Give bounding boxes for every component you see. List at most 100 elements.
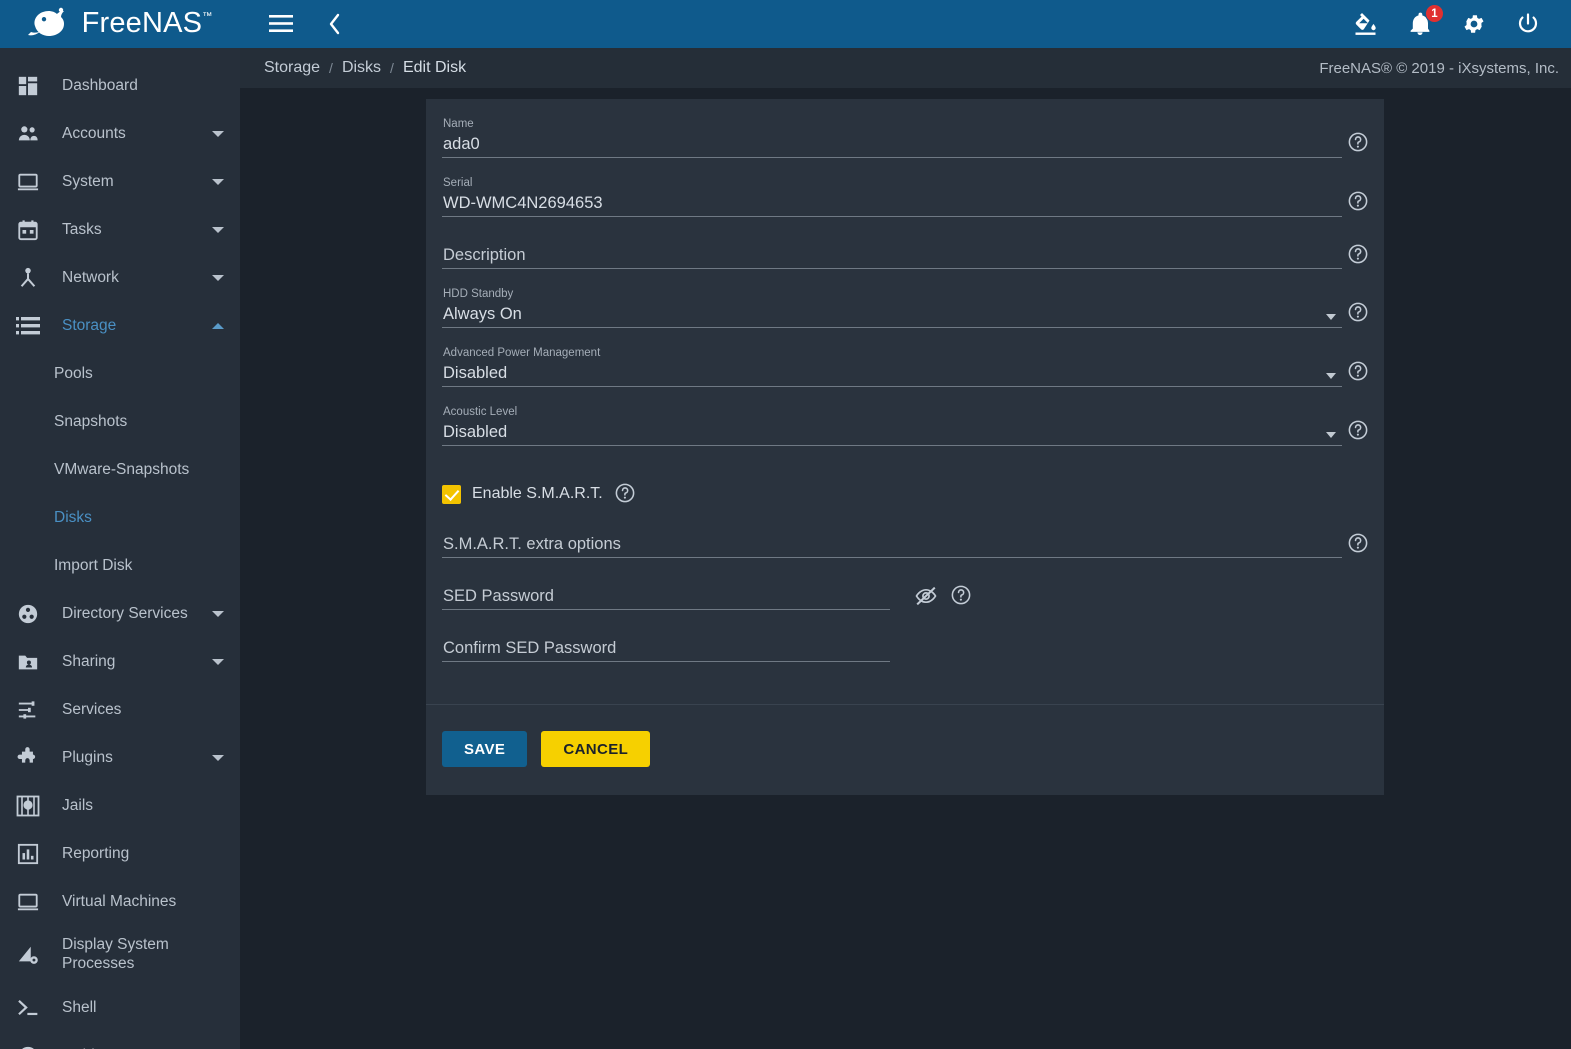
field-hdd-standby: HDD Standby Always On <box>442 287 1368 328</box>
sidebar-item-directory-services[interactable]: Directory Services <box>0 590 240 638</box>
field-label-apm: Advanced Power Management <box>443 347 601 359</box>
sed-password-input[interactable]: SED Password <box>442 584 890 610</box>
help-circle-icon[interactable] <box>1347 190 1369 212</box>
sidebar-subitem-label: Import Disk <box>54 557 133 574</box>
field-enable-smart: Enable S.M.A.R.T. <box>442 482 1368 506</box>
accounts-icon <box>12 120 44 148</box>
notifications-badge: 1 <box>1425 4 1444 23</box>
chevron-down-icon <box>1326 314 1336 320</box>
sidebar-item-shell[interactable]: Shell <box>0 984 240 1032</box>
chevron-down-icon[interactable] <box>212 275 224 281</box>
eye-off-icon[interactable] <box>914 584 938 608</box>
notifications-bell-icon[interactable]: 1 <box>1403 4 1444 41</box>
help-circle-icon[interactable] <box>1347 301 1369 323</box>
description-input[interactable]: Description <box>442 243 1342 269</box>
system-icon <box>12 168 44 196</box>
sidebar-item-tasks[interactable]: Tasks <box>0 206 240 254</box>
sidebar-item-network[interactable]: Network <box>0 254 240 302</box>
help-circle-icon[interactable] <box>950 584 974 608</box>
plugins-puzzle-icon <box>12 744 44 772</box>
hdd-standby-value: Always On <box>443 305 522 323</box>
sidebar-item-reporting[interactable]: Reporting <box>0 830 240 878</box>
directory-services-icon <box>12 600 44 628</box>
sidebar-item-sharing[interactable]: Sharing <box>0 638 240 686</box>
apm-value: Disabled <box>443 364 508 382</box>
help-circle-icon[interactable] <box>1347 360 1369 382</box>
field-smart-extra-options: S.M.A.R.T. extra options <box>442 532 1368 558</box>
sidebar-item-label: Services <box>62 701 122 718</box>
sidebar-item-storage[interactable]: Storage <box>0 302 240 350</box>
chevron-down-icon[interactable] <box>212 227 224 233</box>
sidebar-item-jails[interactable]: Jails <box>0 782 240 830</box>
gear-icon[interactable] <box>1457 7 1491 41</box>
sidebar-item-label: Reporting <box>62 845 130 862</box>
sidebar-item-label: Plugins <box>62 749 113 766</box>
chevron-down-icon <box>1326 432 1336 438</box>
sidebar-subitem-label: Disks <box>54 509 92 526</box>
sidebar-item-pools[interactable]: Pools <box>0 350 240 398</box>
smart-extra-options-input[interactable]: S.M.A.R.T. extra options <box>442 532 1342 558</box>
field-advanced-power-management: Advanced Power Management Disabled <box>442 346 1368 387</box>
name-input[interactable]: ada0 <box>442 132 1342 158</box>
help-circle-icon[interactable] <box>1347 243 1369 265</box>
guide-info-icon <box>12 1042 44 1049</box>
sidebar-item-services[interactable]: Services <box>0 686 240 734</box>
sidebar-item-guide[interactable]: Guide <box>0 1032 240 1049</box>
help-circle-icon[interactable] <box>1347 131 1369 153</box>
acoustic-level-select[interactable]: Disabled <box>442 420 1342 446</box>
chevron-down-icon[interactable] <box>212 131 224 137</box>
storage-icon <box>12 312 44 340</box>
confirm-sed-password-input[interactable]: Confirm SED Password <box>442 636 890 662</box>
enable-smart-checkbox[interactable] <box>442 484 461 504</box>
services-sliders-icon <box>12 696 44 724</box>
cancel-button[interactable]: CANCEL <box>541 731 651 767</box>
chevron-down-icon[interactable] <box>212 179 224 185</box>
brand-logo-area[interactable]: FreeNAS™ <box>0 0 240 48</box>
chevron-up-icon[interactable] <box>212 323 224 329</box>
sidebar-item-system[interactable]: System <box>0 158 240 206</box>
sidebar-item-label: Storage <box>62 317 117 334</box>
chevron-down-icon[interactable] <box>212 755 224 761</box>
format-paint-icon[interactable] <box>1349 7 1383 41</box>
power-icon[interactable] <box>1511 7 1545 41</box>
shell-prompt-icon <box>12 994 44 1022</box>
apm-select[interactable]: Disabled <box>442 361 1342 387</box>
chevron-down-icon[interactable] <box>212 659 224 665</box>
sidebar-item-plugins[interactable]: Plugins <box>0 734 240 782</box>
chevron-left-icon[interactable] <box>318 7 352 41</box>
sidebar-item-dashboard[interactable]: Dashboard <box>0 62 240 110</box>
field-label-name: Name <box>443 118 474 130</box>
sidebar-item-import-disk[interactable]: Import Disk <box>0 542 240 590</box>
tasks-calendar-icon <box>12 216 44 244</box>
breadcrumb-separator: / <box>329 60 333 76</box>
sidebar-item-label: Dashboard <box>62 77 138 94</box>
sidebar: FreeNAS™ Dashboard Accounts System Tasks… <box>0 0 240 1049</box>
brand-name: FreeNAS™ <box>81 6 213 39</box>
chevron-down-icon[interactable] <box>212 611 224 617</box>
sidebar-item-label: Sharing <box>62 653 116 670</box>
sidebar-item-display-system-processes[interactable]: Display System Processes <box>0 926 240 984</box>
help-circle-icon[interactable] <box>1347 419 1369 441</box>
help-circle-icon[interactable] <box>1347 532 1369 554</box>
sidebar-item-label: System <box>62 173 114 190</box>
sidebar-item-label: Directory Services <box>62 605 188 622</box>
sidebar-item-disks[interactable]: Disks <box>0 494 240 542</box>
form-fields: Name ada0 Serial WD-WMC4N2694653 Descrip… <box>426 99 1384 704</box>
breadcrumb-item-disks[interactable]: Disks <box>342 59 381 77</box>
sidebar-item-label: Accounts <box>62 125 126 142</box>
breadcrumb-item-storage[interactable]: Storage <box>264 59 320 77</box>
breadcrumb: Storage / Disks / Edit Disk FreeNAS® © 2… <box>240 48 1571 88</box>
sidebar-subitem-label: VMware-Snapshots <box>54 461 190 478</box>
sidebar-item-vmware-snapshots[interactable]: VMware-Snapshots <box>0 446 240 494</box>
hdd-standby-select[interactable]: Always On <box>442 302 1342 328</box>
content-area: Name ada0 Serial WD-WMC4N2694653 Descrip… <box>240 88 1571 1049</box>
sidebar-item-accounts[interactable]: Accounts <box>0 110 240 158</box>
sidebar-item-snapshots[interactable]: Snapshots <box>0 398 240 446</box>
sidebar-item-virtual-machines[interactable]: Virtual Machines <box>0 878 240 926</box>
help-circle-icon[interactable] <box>614 482 638 506</box>
serial-input[interactable]: WD-WMC4N2694653 <box>442 191 1342 217</box>
save-button[interactable]: SAVE <box>442 731 528 767</box>
hamburger-menu-icon[interactable] <box>264 7 298 41</box>
sharing-folder-icon <box>12 648 44 676</box>
field-acoustic-level: Acoustic Level Disabled <box>442 405 1368 446</box>
